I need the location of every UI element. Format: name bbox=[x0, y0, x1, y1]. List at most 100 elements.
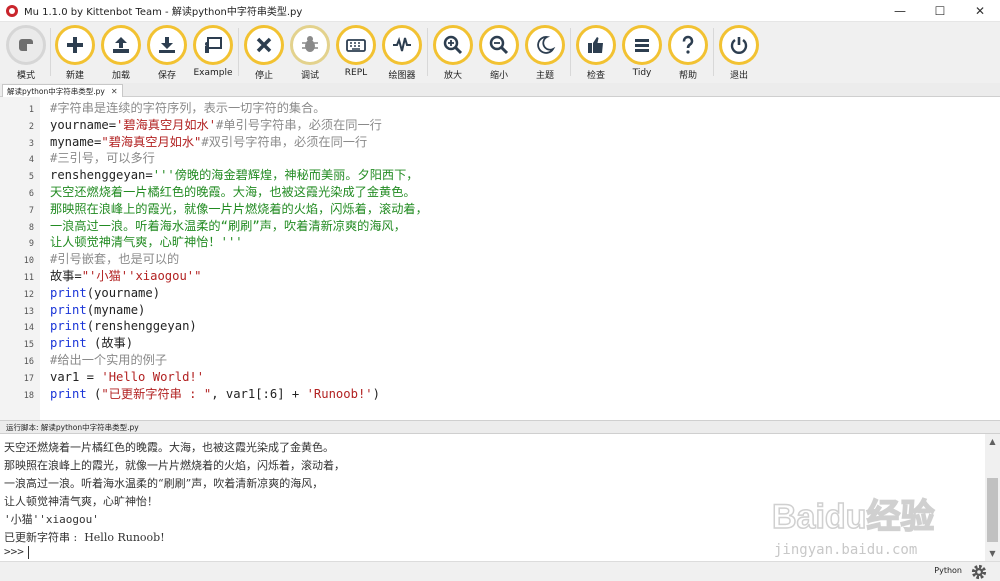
stop-label: 停止 bbox=[254, 71, 273, 81]
code-token: print bbox=[50, 336, 87, 351]
minimize-button[interactable]: — bbox=[880, 0, 920, 22]
line-number: 12 bbox=[23, 289, 34, 300]
help-label: 帮助 bbox=[678, 71, 697, 81]
code-line[interactable]: 让人顿觉神清气爽，心旷神怡！''' bbox=[50, 234, 243, 251]
repl-button[interactable]: REPL bbox=[331, 25, 381, 81]
quit-button[interactable]: 退出 bbox=[714, 25, 764, 81]
zoom-in-label: 放大 bbox=[443, 71, 462, 81]
title-bar: Mu 1.1.0 by Kittenbot Team - 解读python中字符… bbox=[0, 0, 1000, 22]
code-line[interactable]: 天空还燃烧着一片橘红色的晚霞。大海，也被这霞光染成了金黄色。 bbox=[50, 184, 416, 201]
output-line: 让人顿觉神清气爽，心旷神怡！ bbox=[4, 495, 158, 508]
zoom-out-icon bbox=[489, 35, 509, 55]
code-line[interactable]: var1 = 'Hello World!' bbox=[50, 369, 204, 386]
repl-prompt-line[interactable]: >>> bbox=[4, 545, 29, 559]
moon-icon bbox=[537, 36, 556, 54]
line-number: 18 bbox=[23, 390, 34, 401]
text-cursor bbox=[27, 545, 29, 559]
line-number: 7 bbox=[28, 205, 34, 216]
code-token: print bbox=[50, 285, 87, 300]
line-number: 3 bbox=[28, 138, 34, 149]
example-label: Example bbox=[193, 68, 233, 78]
presentation-icon bbox=[205, 37, 222, 53]
code-token: var1 = bbox=[50, 369, 102, 384]
thumbs-up-icon bbox=[588, 37, 603, 53]
code-token: ( bbox=[86, 386, 102, 401]
code-token: myname= bbox=[50, 134, 102, 149]
save-button[interactable]: 保存 bbox=[142, 25, 192, 81]
repl-label: REPL bbox=[344, 68, 368, 78]
theme-label: 主题 bbox=[535, 71, 554, 81]
runner-bar: 运行脚本: 解读python中字符串类型.py bbox=[0, 420, 1000, 434]
line-number: 10 bbox=[23, 256, 34, 267]
code-line[interactable]: #三引号，可以多行 bbox=[50, 150, 155, 167]
repl-scrollbar[interactable]: ▲ ▼ bbox=[985, 434, 1000, 561]
line-number: 9 bbox=[28, 239, 34, 250]
new-button[interactable]: 新建 bbox=[50, 25, 100, 81]
load-button[interactable]: 加载 bbox=[96, 25, 146, 81]
line-number: 16 bbox=[23, 357, 34, 367]
code-token: #引号嵌套，也是可以的 bbox=[50, 252, 180, 267]
output-line: 那映照在浪峰上的霞光，就像一片片燃烧着的火焰，闪烁着，滚动着， bbox=[4, 459, 345, 472]
code-token: (myname) bbox=[86, 302, 146, 317]
scroll-up-arrow[interactable]: ▲ bbox=[985, 434, 1000, 449]
tab-filename: 解读python中字符串类型.py bbox=[7, 86, 105, 96]
line-number: 1 bbox=[28, 105, 34, 115]
scroll-down-arrow[interactable]: ▼ bbox=[985, 546, 1000, 561]
new-label: 新建 bbox=[65, 71, 84, 81]
bug-icon bbox=[302, 36, 318, 52]
code-token: #字符串是连续的字符序列，表示一切字符的集合。 bbox=[50, 101, 326, 115]
example-button[interactable]: Example bbox=[188, 25, 238, 81]
zoom-in-button[interactable]: 放大 bbox=[428, 25, 478, 81]
code-line[interactable]: print ("已更新字符串 : ", var1[:6] + 'Runoob!'… bbox=[50, 386, 380, 403]
gear-icon[interactable] bbox=[970, 563, 988, 581]
code-token: print bbox=[50, 386, 87, 401]
mode-indicator[interactable]: Python bbox=[934, 566, 962, 575]
code-token: #单引号字符串，必须在同一行 bbox=[216, 117, 382, 132]
stop-button[interactable]: 停止 bbox=[239, 25, 289, 81]
code-line[interactable]: 故事="'小猫''xiaogou'" bbox=[50, 268, 201, 285]
editor-tab[interactable]: 解读python中字符串类型.py ✕ bbox=[2, 84, 123, 97]
plotter-button[interactable]: 绘图器 bbox=[377, 25, 427, 81]
window-title: Mu 1.1.0 by Kittenbot Team - 解读python中字符… bbox=[24, 7, 303, 18]
code-token: print bbox=[50, 319, 87, 334]
code-token: yourname= bbox=[50, 117, 117, 132]
plotter-label: 绘图器 bbox=[388, 71, 416, 81]
code-line[interactable]: #给出一个实用的例子 bbox=[50, 352, 167, 369]
check-button[interactable]: 检查 bbox=[571, 25, 621, 81]
code-token: 故事= bbox=[50, 269, 82, 283]
code-line[interactable]: print(myname) bbox=[50, 302, 145, 319]
zoom-in-icon bbox=[443, 35, 463, 55]
theme-button[interactable]: 主题 bbox=[520, 25, 570, 81]
close-window-button[interactable]: ✕ bbox=[960, 0, 1000, 22]
question-icon bbox=[682, 35, 694, 54]
tab-close-icon[interactable]: ✕ bbox=[111, 87, 118, 96]
tidy-button[interactable]: Tidy bbox=[617, 25, 667, 81]
code-token: "已更新字符串 : " bbox=[101, 386, 212, 401]
line-number-gutter: 1 2 3 4 5 6 7 8 9 10 11 12 13 14 15 16 17 18 bbox=[0, 97, 40, 420]
zoom-out-button[interactable]: 缩小 bbox=[474, 25, 524, 81]
maximize-button[interactable]: ☐ bbox=[920, 0, 960, 22]
debug-button[interactable]: 调试 bbox=[285, 25, 335, 81]
line-number: 5 bbox=[28, 172, 34, 183]
editor-tab-bar: 解读python中字符串类型.py ✕ bbox=[0, 83, 1000, 97]
output-line: 天空还燃烧着一片橘红色的晚霞。大海，也被这霞光染成了金黄色。 bbox=[4, 441, 334, 454]
code-line[interactable]: yourname='碧海真空月如水'#单引号字符串，必须在同一行 bbox=[50, 117, 382, 134]
code-line[interactable]: #引号嵌套，也是可以的 bbox=[50, 251, 179, 268]
code-token: (yourname) bbox=[86, 285, 161, 300]
mode-button[interactable]: 模式 bbox=[1, 25, 51, 81]
code-line[interactable]: 一浪高过一浪。听着海水温柔的“刷刷”声，吹着清新凉爽的海风， bbox=[50, 218, 406, 235]
code-line[interactable]: print (故事) bbox=[50, 335, 133, 352]
scrollbar-thumb[interactable] bbox=[987, 478, 998, 542]
code-line[interactable]: print(renshenggeyan) bbox=[50, 318, 197, 335]
output-line: 一浪高过一浪。听着海水温柔的“刷刷”声，吹着清新凉爽的海风， bbox=[4, 477, 324, 490]
runner-label: 运行脚本: 解读python中字符串类型.py bbox=[6, 423, 139, 432]
code-line[interactable]: renshenggeyan='''傍晚的海金碧辉煌，神秘而美丽。夕阳西下， bbox=[50, 167, 419, 184]
code-line[interactable]: print(yourname) bbox=[50, 285, 160, 302]
code-editor[interactable]: 1 2 3 4 5 6 7 8 9 10 11 12 13 14 15 16 17 18 #字符串是连续的字符序列… bbox=[0, 97, 1000, 420]
code-line[interactable]: #字符串是连续的字符序列，表示一切字符的集合。 bbox=[50, 100, 325, 117]
code-line[interactable]: 那映照在浪峰上的霞光，就像一片片燃烧着的火焰，闪烁着，滚动着， bbox=[50, 201, 428, 218]
line-number: 15 bbox=[23, 340, 34, 351]
check-label: 检查 bbox=[586, 71, 605, 81]
code-line[interactable]: myname="碧海真空月如水"#双引号字符串，必须在同一行 bbox=[50, 134, 367, 151]
help-button[interactable]: 帮助 bbox=[663, 25, 713, 81]
